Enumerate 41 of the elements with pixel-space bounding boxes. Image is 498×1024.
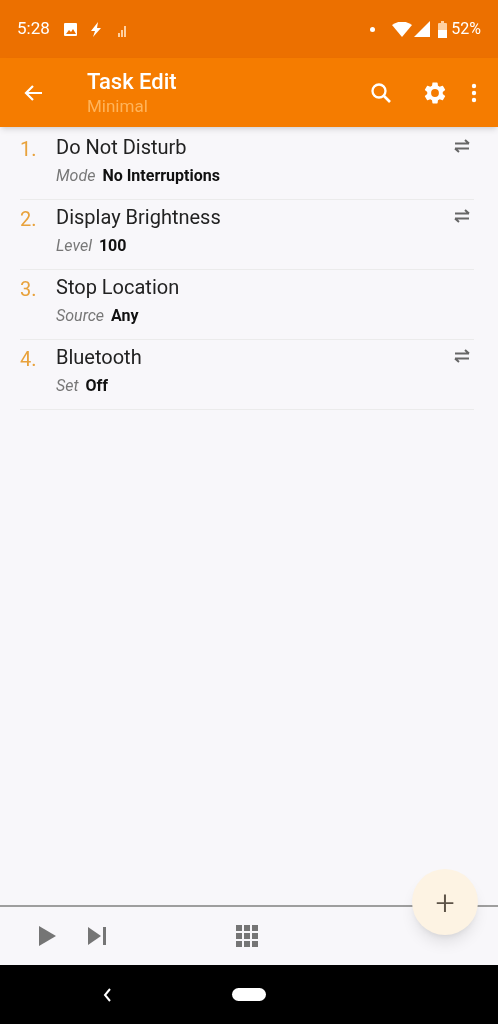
skip-button[interactable] <box>86 924 108 948</box>
action-name: Stop Location <box>56 274 180 300</box>
parameter-value: No Interruptions <box>102 165 220 187</box>
battery-icon <box>438 20 448 38</box>
bolt-icon <box>89 21 102 37</box>
swap-icon[interactable] <box>452 209 472 223</box>
action-name: Bluetooth <box>56 344 142 370</box>
wifi-icon <box>392 21 413 37</box>
parameter-label: Mode <box>56 165 96 187</box>
cell-signal-icon <box>414 21 431 37</box>
swap-icon[interactable] <box>452 349 472 363</box>
action-row[interactable]: 4. Bluetooth Set Off <box>20 340 474 410</box>
action-number: 2. <box>20 206 38 233</box>
home-pill[interactable] <box>232 988 266 1001</box>
action-number: 1. <box>20 136 38 163</box>
dot-icon <box>370 26 376 32</box>
parameter-value: 100 <box>98 235 127 257</box>
action-name: Do Not Disturb <box>56 134 187 160</box>
clock: 5:28 <box>17 17 50 41</box>
action-name: Display Brightness <box>56 204 221 230</box>
parameter-label: Level <box>56 235 92 257</box>
grid-button[interactable] <box>234 923 260 949</box>
image-icon <box>62 21 78 37</box>
parameter-label: Source <box>56 305 105 327</box>
swap-icon[interactable] <box>452 139 472 153</box>
back-icon[interactable] <box>103 987 112 1002</box>
add-button[interactable]: + <box>412 869 478 935</box>
parameter-value: Off <box>85 375 108 397</box>
action-row[interactable]: 3. Stop Location Source Any <box>20 270 474 340</box>
parameter-value: Any <box>111 305 139 327</box>
action-number: 3. <box>20 276 38 303</box>
more-button[interactable] <box>471 82 477 103</box>
action-number: 4. <box>20 346 38 373</box>
battery-percent: 52% <box>451 18 481 40</box>
search-button[interactable] <box>370 81 392 104</box>
subtitle: Minimal <box>87 97 149 115</box>
title: Task Edit <box>87 70 177 93</box>
action-row[interactable]: 1. Do Not Disturb Mode No Interruptions <box>20 130 474 200</box>
play-button[interactable] <box>36 924 58 948</box>
action-row[interactable]: 2. Display Brightness Level 100 <box>20 200 474 270</box>
parameter-label: Set <box>56 375 79 397</box>
